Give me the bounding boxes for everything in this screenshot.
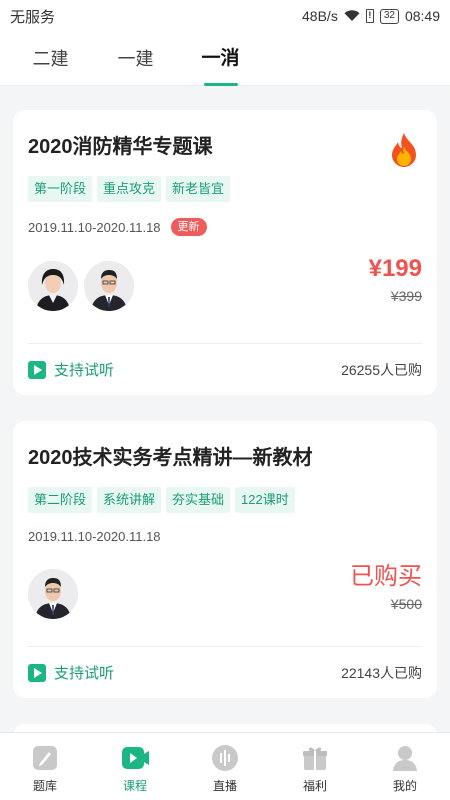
price-box: 已购买 ¥500 [350, 560, 422, 614]
nav-profile[interactable]: 我的 [360, 733, 450, 800]
tag-list: 第一阶段 重点攻克 新老皆宜 [28, 176, 422, 202]
tag: 第二阶段 [28, 487, 93, 513]
purchased-label: 已购买 [350, 563, 422, 590]
nav-welfare[interactable]: 福利 [270, 733, 360, 800]
nav-label: 题库 [32, 779, 57, 793]
carrier-text: 无服务 [10, 8, 56, 26]
sim-alert-icon: ! [365, 9, 374, 23]
profile-icon [390, 743, 420, 773]
play-icon [28, 663, 46, 682]
teacher-avatar [84, 261, 134, 311]
buyer-count: 22143人已购 [341, 664, 422, 681]
tag: 122课时 [235, 487, 295, 513]
course-title: 2020消防精华专题课 [28, 136, 213, 158]
tag: 第一阶段 [28, 176, 93, 202]
course-card[interactable]: 2020技术实务考点精讲—新教材 第二阶段 系统讲解 夯实基础 122课时 20… [13, 421, 437, 698]
course-card[interactable] [13, 724, 437, 732]
nav-live[interactable]: 直播 [180, 733, 270, 800]
buyer-count: 26255人已购 [341, 361, 422, 378]
clock: 08:49 [404, 8, 440, 24]
wifi-icon [344, 10, 360, 22]
course-title: 2020技术实务考点精讲—新教材 [28, 447, 313, 469]
status-bar: 无服务 48B/s ! 32 08:49 [0, 0, 450, 32]
tag: 系统讲解 [97, 487, 162, 513]
bottom-nav: 题库 课程 直播 福利 我的 [0, 732, 450, 800]
teacher-row: 已购买 ¥500 [28, 563, 422, 622]
course-card[interactable]: 2020消防精华专题课 第一阶段 重点攻克 新老皆宜 2019.11.10-20… [13, 110, 437, 395]
nav-label: 课程 [122, 779, 147, 793]
play-icon [28, 360, 46, 379]
price-box: ¥199 ¥399 [369, 252, 422, 306]
trial-label: 支持试听 [54, 665, 115, 682]
tab-yijian[interactable]: 一建 [93, 32, 178, 86]
nav-label: 我的 [392, 779, 417, 793]
trial-label: 支持试听 [54, 362, 115, 379]
teacher-avatar [28, 261, 78, 311]
trial-button[interactable]: 支持试听 [28, 359, 341, 380]
tag-list: 第二阶段 系统讲解 夯实基础 122课时 [28, 487, 422, 513]
original-price: ¥399 [390, 288, 422, 304]
live-icon [210, 743, 240, 773]
question-bank-icon [30, 743, 60, 773]
date-row: 2019.11.10-2020.11.18 [28, 529, 422, 544]
tag: 重点攻克 [97, 176, 162, 202]
category-tabs: 二建 一建 一消 [0, 32, 450, 86]
teacher-avatar [28, 569, 78, 619]
course-date: 2019.11.10-2020.11.18 [28, 219, 161, 235]
nav-course[interactable]: 课程 [90, 733, 180, 800]
fire-icon [389, 132, 419, 168]
battery-icon: 32 [379, 8, 399, 24]
nav-label: 直播 [212, 779, 237, 793]
tab-erjian[interactable]: 二建 [8, 32, 93, 86]
course-date: 2019.11.10-2020.11.18 [28, 529, 161, 544]
trial-button[interactable]: 支持试听 [28, 662, 341, 683]
tag: 新老皆宜 [166, 176, 231, 202]
gift-icon [300, 743, 330, 773]
network-speed: 48B/s [302, 8, 338, 24]
course-price: ¥199 [368, 255, 422, 282]
card-footer: 支持试听 22143人已购 [28, 646, 422, 698]
original-price: ¥500 [390, 596, 422, 612]
tab-yixiao[interactable]: 一消 [178, 32, 263, 86]
card-footer: 支持试听 26255人已购 [28, 343, 422, 395]
tag: 夯实基础 [166, 487, 231, 513]
nav-label: 福利 [302, 779, 327, 793]
course-play-icon [120, 743, 150, 773]
course-list: 2020消防精华专题课 第一阶段 重点攻克 新老皆宜 2019.11.10-20… [0, 86, 450, 732]
teacher-row: ¥199 ¥399 [28, 255, 422, 314]
update-badge: 更新 [170, 218, 207, 236]
nav-question-bank[interactable]: 题库 [0, 733, 90, 800]
date-row: 2019.11.10-2020.11.18 更新 [28, 218, 422, 236]
